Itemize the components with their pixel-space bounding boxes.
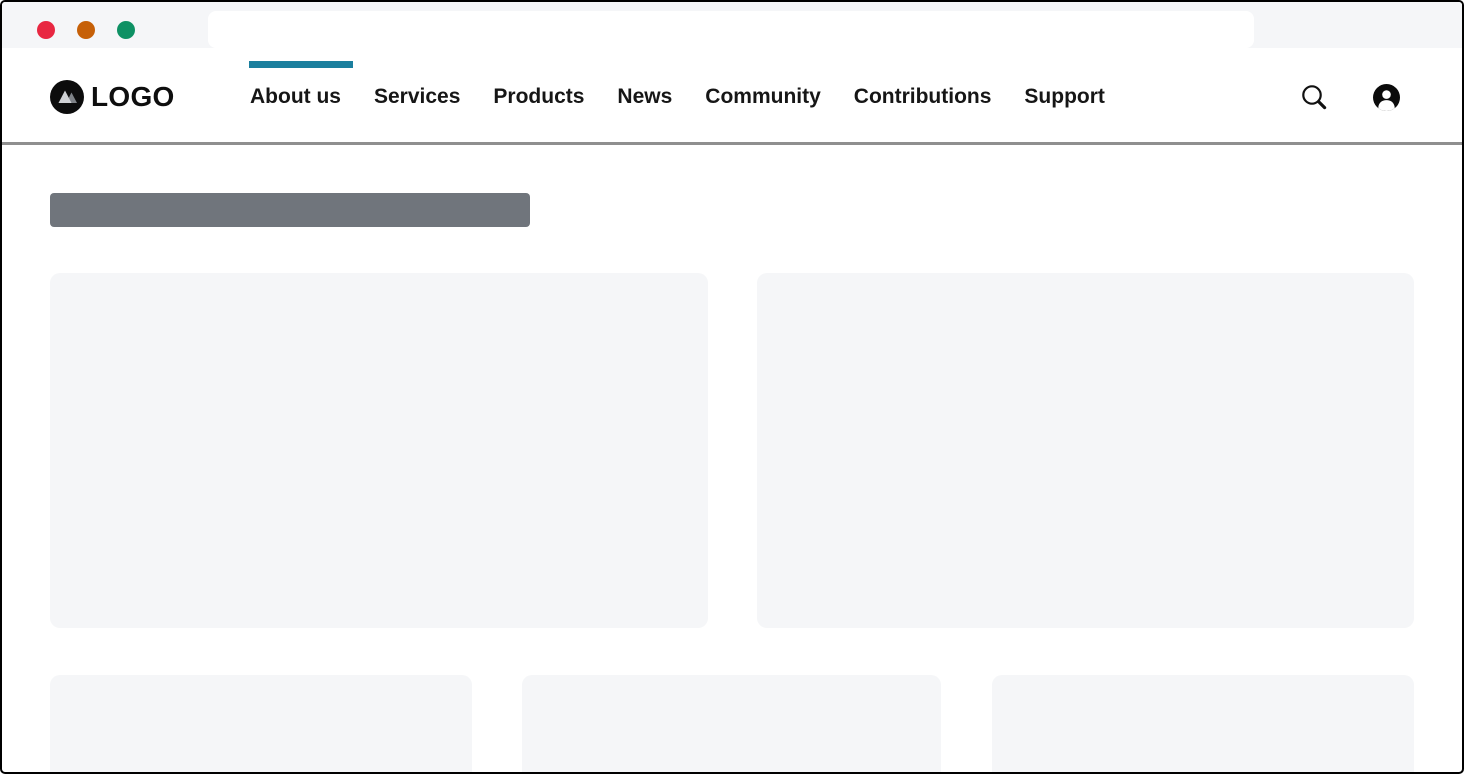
logo[interactable]: LOGO bbox=[50, 61, 175, 133]
header-actions bbox=[1300, 61, 1400, 133]
nav-item-services[interactable]: Services bbox=[374, 85, 460, 109]
nav-item-contributions[interactable]: Contributions bbox=[854, 85, 992, 109]
account-button[interactable] bbox=[1373, 84, 1400, 111]
search-button[interactable] bbox=[1300, 83, 1328, 111]
browser-window: LOGO About us Services Products News Com… bbox=[0, 0, 1464, 774]
maximize-window-button[interactable] bbox=[117, 21, 135, 39]
browser-toolbar bbox=[2, 2, 1462, 48]
search-icon bbox=[1300, 83, 1328, 111]
nav-item-community[interactable]: Community bbox=[705, 85, 821, 109]
nav-item-about-us[interactable]: About us bbox=[250, 85, 341, 109]
main-navigation: About us Services Products News Communit… bbox=[250, 61, 1105, 133]
nav-item-products[interactable]: Products bbox=[493, 85, 584, 109]
page-title-placeholder bbox=[50, 193, 530, 227]
small-card-placeholder-3 bbox=[992, 675, 1414, 774]
logo-mountain-icon bbox=[50, 80, 84, 114]
account-icon bbox=[1373, 84, 1400, 111]
feature-card-placeholder-2 bbox=[757, 273, 1414, 628]
small-card-placeholder-2 bbox=[522, 675, 941, 774]
minimize-window-button[interactable] bbox=[77, 21, 95, 39]
nav-item-news[interactable]: News bbox=[617, 85, 672, 109]
close-window-button[interactable] bbox=[37, 21, 55, 39]
nav-item-support[interactable]: Support bbox=[1024, 85, 1104, 109]
address-bar[interactable] bbox=[208, 11, 1254, 48]
logo-text: LOGO bbox=[91, 81, 175, 113]
site-header: LOGO About us Services Products News Com… bbox=[2, 48, 1462, 145]
feature-card-placeholder-1 bbox=[50, 273, 708, 628]
small-card-placeholder-1 bbox=[50, 675, 472, 774]
window-controls bbox=[37, 21, 135, 39]
